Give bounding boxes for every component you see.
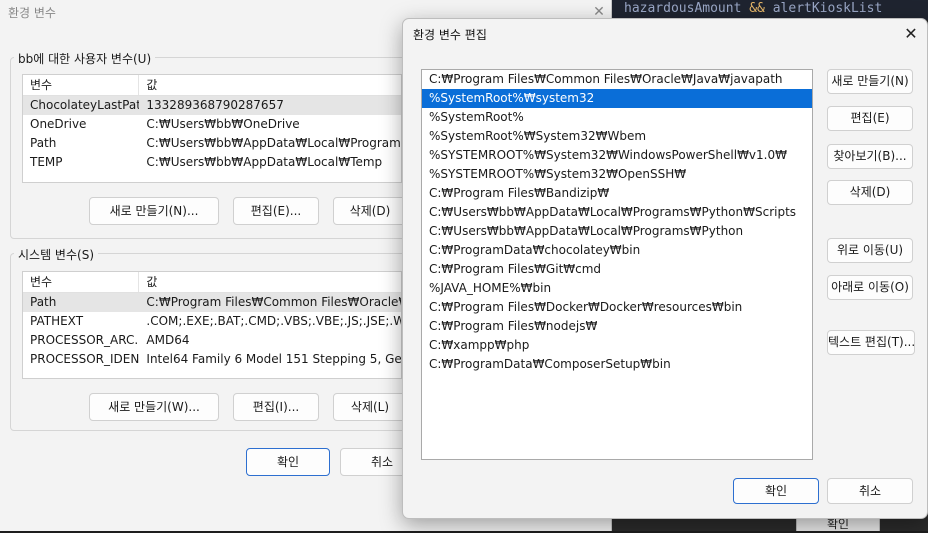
dialog-title: 환경 변수 편집 [413,28,487,42]
edit-entry-button[interactable]: 편집(E) [827,106,913,131]
list-item[interactable]: C:₩xampp₩php [422,336,812,355]
variable-value: 133289368790287657 [146,98,284,112]
delete-entry-button[interactable]: 삭제(D) [827,180,913,205]
column-header-variable[interactable]: 변수 [23,272,140,292]
system-variables-label: 시스템 변수(S) [14,246,98,263]
user-variables-table[interactable]: 변수 값 ChocolateyLastPat... 13328936879028… [22,74,402,183]
code-token: hazardousAmount [624,1,750,16]
table-header: 변수 값 [23,75,401,96]
new-entry-button[interactable]: 새로 만들기(N) [827,69,913,94]
list-item[interactable]: C:₩ProgramData₩chocolatey₩bin [422,241,812,260]
user-edit-button[interactable]: 편집(E)... [233,197,319,225]
variable-name: PROCESSOR_IDEN... [30,352,140,366]
variable-value: C:₩Users₩bb₩OneDrive [146,117,300,131]
variable-name: OneDrive [30,117,87,131]
move-up-button[interactable]: 위로 이동(U) [827,238,913,263]
table-row[interactable]: PATHEXT .COM;.EXE;.BAT;.CMD;.VBS;.VBE;.J… [23,312,401,331]
code-token: alertKioskList [764,1,883,16]
user-variables-label: bb에 대한 사용자 변수(U) [14,50,156,67]
column-header-variable[interactable]: 변수 [23,75,140,95]
table-row[interactable]: PROCESSOR_ARC... AMD64 [23,331,401,350]
variable-name: ChocolateyLastPat... [30,98,139,112]
table-row[interactable]: Path C:₩Program Files₩Common Files₩Oracl… [23,293,401,312]
list-item[interactable]: %SystemRoot% [422,108,812,127]
variable-name: Path [30,295,57,309]
ok-button[interactable]: 확인 [246,448,330,476]
variable-value: .COM;.EXE;.BAT;.CMD;.VBS;.VBE;.JS;.JSE;.… [146,314,401,328]
list-item[interactable]: C:₩Program Files₩nodejs₩ [422,317,812,336]
table-row[interactable]: OneDrive C:₩Users₩bb₩OneDrive [23,115,401,134]
system-edit-button[interactable]: 편집(I)... [233,393,319,421]
list-item[interactable]: C:₩Program Files₩Git₩cmd [422,260,812,279]
table-row[interactable]: PROCESSOR_IDEN... Intel64 Family 6 Model… [23,350,401,369]
move-down-button[interactable]: 아래로 이동(O) [827,275,913,300]
list-item[interactable]: C:₩Program Files₩Bandizip₩ [422,184,812,203]
dialog-cancel-button[interactable]: 취소 [827,478,913,504]
variable-name: TEMP [30,155,63,169]
background-code-editor: hazardousAmount && alertKioskList [612,0,928,20]
list-item[interactable]: C:₩Users₩bb₩AppData₩Local₩Programs₩Pytho… [422,222,812,241]
dialog-ok-button[interactable]: 확인 [733,478,819,504]
system-delete-button[interactable]: 삭제(L) [333,393,407,421]
close-icon[interactable]: ✕ [901,25,921,43]
edit-environment-variable-dialog: 환경 변수 편집 ✕ C:₩Program Files₩Common Files… [402,18,928,519]
list-item[interactable]: C:₩Program Files₩Common Files₩Oracle₩Jav… [422,70,812,89]
table-header: 변수 값 [23,272,401,293]
user-delete-button[interactable]: 삭제(D) [333,197,407,225]
window-title: 환경 변수 [8,6,56,20]
variable-value: C:₩Program Files₩Common Files₩Oracle₩... [146,295,401,309]
edit-text-button[interactable]: 텍스트 편집(T)... [827,330,915,355]
variable-name: Path [30,136,57,150]
variable-value: AMD64 [146,333,190,347]
variable-value: Intel64 Family 6 Model 151 Stepping 5, G… [146,352,401,366]
table-row[interactable]: Path C:₩Users₩bb₩AppData₩Local₩Programs₩… [23,134,401,153]
column-header-value[interactable]: 값 [139,75,401,95]
column-header-value[interactable]: 값 [139,272,401,292]
variable-value: C:₩Users₩bb₩AppData₩Local₩Temp [146,155,383,169]
table-row[interactable]: TEMP C:₩Users₩bb₩AppData₩Local₩Temp [23,153,401,172]
browse-button[interactable]: 찾아보기(B)... [827,144,913,169]
list-item[interactable]: C:₩Users₩bb₩AppData₩Local₩Programs₩Pytho… [422,203,812,222]
list-item[interactable]: %SYSTEMROOT%₩System32₩WindowsPowerShell₩… [422,146,812,165]
list-item-selected[interactable]: %SystemRoot%₩system32 [422,89,812,108]
list-item[interactable]: C:₩ProgramData₩ComposerSetup₩bin [422,355,812,374]
list-item[interactable]: %JAVA_HOME%₩bin [422,279,812,298]
list-item[interactable]: C:₩Program Files₩Docker₩Docker₩resources… [422,298,812,317]
system-variables-table[interactable]: 변수 값 Path C:₩Program Files₩Common Files₩… [22,271,402,379]
list-item[interactable]: %SYSTEMROOT%₩System32₩OpenSSH₩ [422,165,812,184]
variable-name: PATHEXT [30,314,84,328]
user-new-button[interactable]: 새로 만들기(N)... [89,197,219,225]
path-entries-list[interactable]: C:₩Program Files₩Common Files₩Oracle₩Jav… [421,69,813,460]
variable-name: PROCESSOR_ARC... [30,333,140,347]
code-operator: && [749,1,765,16]
system-new-button[interactable]: 새로 만들기(W)... [89,393,219,421]
list-item[interactable]: %SystemRoot%₩System32₩Wbem [422,127,812,146]
table-row[interactable]: ChocolateyLastPat... 133289368790287657 [23,96,401,115]
variable-value: C:₩Users₩bb₩AppData₩Local₩Programs₩... [146,136,401,150]
